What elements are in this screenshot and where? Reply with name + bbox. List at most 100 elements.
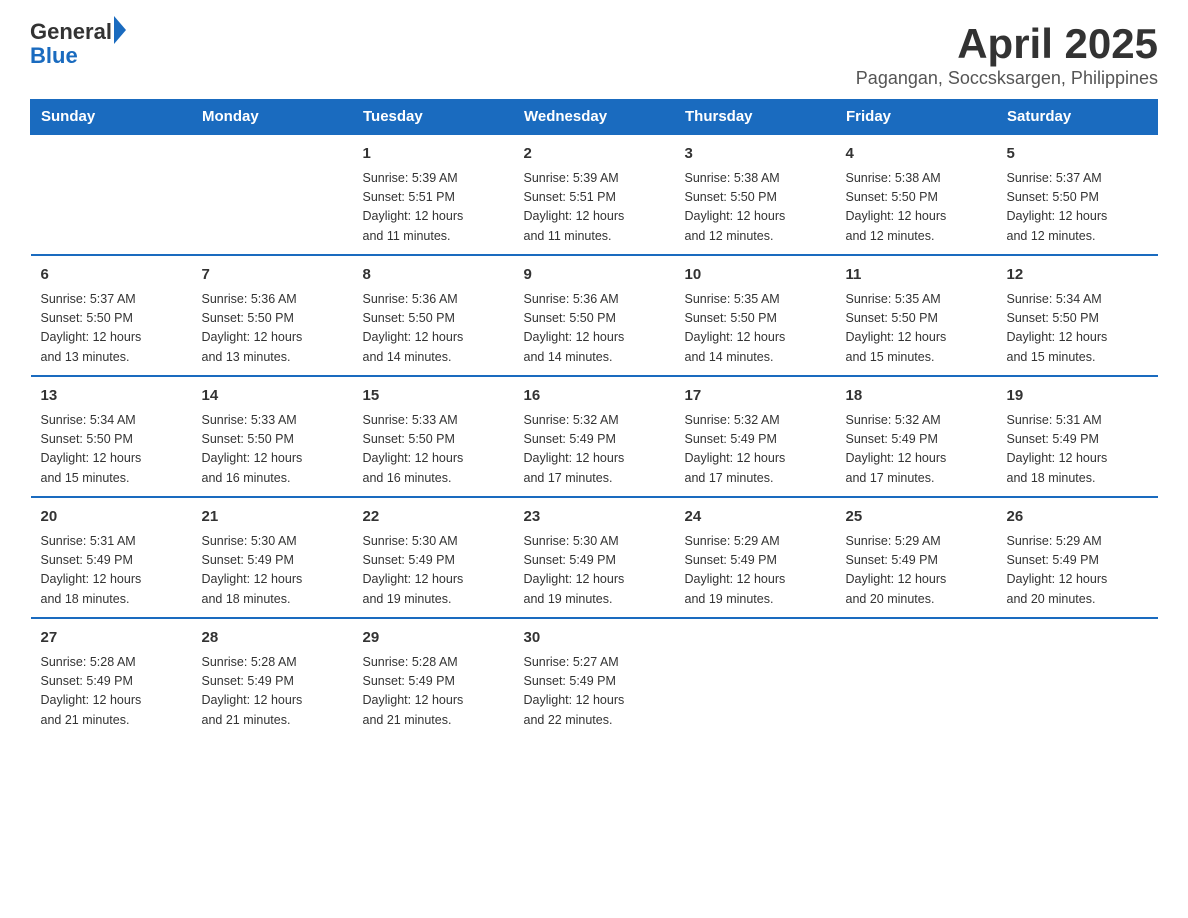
day-cell-1: 1 Sunrise: 5:39 AM Sunset: 5:51 PM Daylig…	[353, 134, 514, 255]
day-number: 4	[846, 143, 987, 166]
empty-cell	[836, 618, 997, 738]
day-cell-2: 2 Sunrise: 5:39 AM Sunset: 5:51 PM Daylig…	[514, 134, 675, 255]
day-number: 18	[846, 385, 987, 408]
day-cell-26: 26 Sunrise: 5:29 AM Sunset: 5:49 PM Dayli…	[997, 497, 1158, 618]
header-cell-wednesday: Wednesday	[514, 100, 675, 135]
day-cell-20: 20 Sunrise: 5:31 AM Sunset: 5:49 PM Dayli…	[31, 497, 192, 618]
calendar-body: 1 Sunrise: 5:39 AM Sunset: 5:51 PM Daylig…	[31, 134, 1158, 738]
day-number: 15	[363, 385, 504, 408]
day-info: Sunrise: 5:29 AM Sunset: 5:49 PM Dayligh…	[685, 532, 826, 610]
logo-triangle-icon	[114, 16, 126, 44]
day-number: 3	[685, 143, 826, 166]
day-cell-27: 27Sunrise: 5:28 AM Sunset: 5:49 PM Dayli…	[31, 618, 192, 738]
day-cell-28: 28 Sunrise: 5:28 AM Sunset: 5:49 PM Dayli…	[192, 618, 353, 738]
day-number: 25	[846, 506, 987, 529]
day-info: Sunrise: 5:30 AM Sunset: 5:49 PM Dayligh…	[363, 532, 504, 610]
day-info: Sunrise: 5:30 AM Sunset: 5:49 PM Dayligh…	[202, 532, 343, 610]
day-cell-7: 7 Sunrise: 5:36 AM Sunset: 5:50 PM Daylig…	[192, 255, 353, 376]
day-cell-22: 22 Sunrise: 5:30 AM Sunset: 5:49 PM Dayli…	[353, 497, 514, 618]
day-number: 19	[1007, 385, 1148, 408]
empty-cell	[675, 618, 836, 738]
day-info: Sunrise: 5:39 AM Sunset: 5:51 PM Dayligh…	[524, 169, 665, 247]
day-info: Sunrise: 5:31 AM Sunset: 5:49 PM Dayligh…	[1007, 411, 1148, 489]
day-cell-15: 15Sunrise: 5:33 AM Sunset: 5:50 PM Dayli…	[353, 376, 514, 497]
day-number: 16	[524, 385, 665, 408]
day-number: 9	[524, 264, 665, 287]
day-cell-17: 17Sunrise: 5:32 AM Sunset: 5:49 PM Dayli…	[675, 376, 836, 497]
week-row-1: 1 Sunrise: 5:39 AM Sunset: 5:51 PM Daylig…	[31, 134, 1158, 255]
day-cell-18: 18 Sunrise: 5:32 AM Sunset: 5:49 PM Dayli…	[836, 376, 997, 497]
day-cell-13: 13Sunrise: 5:34 AM Sunset: 5:50 PM Dayli…	[31, 376, 192, 497]
title-section: April 2025 Pagangan, Soccsksargen, Phili…	[856, 20, 1158, 89]
day-cell-9: 9Sunrise: 5:36 AM Sunset: 5:50 PM Daylig…	[514, 255, 675, 376]
day-info: Sunrise: 5:36 AM Sunset: 5:50 PM Dayligh…	[363, 290, 504, 368]
logo-general-text: General	[30, 20, 112, 44]
calendar-header: SundayMondayTuesdayWednesdayThursdayFrid…	[31, 100, 1158, 135]
header-cell-saturday: Saturday	[997, 100, 1158, 135]
header-cell-friday: Friday	[836, 100, 997, 135]
day-info: Sunrise: 5:32 AM Sunset: 5:49 PM Dayligh…	[846, 411, 987, 489]
day-cell-14: 14Sunrise: 5:33 AM Sunset: 5:50 PM Dayli…	[192, 376, 353, 497]
day-number: 23	[524, 506, 665, 529]
day-info: Sunrise: 5:38 AM Sunset: 5:50 PM Dayligh…	[685, 169, 826, 247]
day-number: 17	[685, 385, 826, 408]
day-number: 20	[41, 506, 182, 529]
day-cell-5: 5 Sunrise: 5:37 AM Sunset: 5:50 PM Daylig…	[997, 134, 1158, 255]
empty-cell	[192, 134, 353, 255]
day-cell-19: 19 Sunrise: 5:31 AM Sunset: 5:49 PM Dayli…	[997, 376, 1158, 497]
header-row: SundayMondayTuesdayWednesdayThursdayFrid…	[31, 100, 1158, 135]
day-info: Sunrise: 5:35 AM Sunset: 5:50 PM Dayligh…	[685, 290, 826, 368]
day-info: Sunrise: 5:29 AM Sunset: 5:49 PM Dayligh…	[1007, 532, 1148, 610]
day-cell-25: 25 Sunrise: 5:29 AM Sunset: 5:49 PM Dayli…	[836, 497, 997, 618]
day-info: Sunrise: 5:31 AM Sunset: 5:49 PM Dayligh…	[41, 532, 182, 610]
empty-cell	[997, 618, 1158, 738]
day-number: 10	[685, 264, 826, 287]
day-number: 26	[1007, 506, 1148, 529]
day-info: Sunrise: 5:37 AM Sunset: 5:50 PM Dayligh…	[41, 290, 182, 368]
day-info: Sunrise: 5:34 AM Sunset: 5:50 PM Dayligh…	[1007, 290, 1148, 368]
day-number: 11	[846, 264, 987, 287]
day-number: 24	[685, 506, 826, 529]
page-header: General Blue April 2025 Pagangan, Soccsk…	[30, 20, 1158, 89]
day-number: 28	[202, 627, 343, 650]
day-number: 5	[1007, 143, 1148, 166]
day-info: Sunrise: 5:32 AM Sunset: 5:49 PM Dayligh…	[524, 411, 665, 489]
day-cell-30: 30Sunrise: 5:27 AM Sunset: 5:49 PM Dayli…	[514, 618, 675, 738]
day-info: Sunrise: 5:35 AM Sunset: 5:50 PM Dayligh…	[846, 290, 987, 368]
day-cell-29: 29 Sunrise: 5:28 AM Sunset: 5:49 PM Dayli…	[353, 618, 514, 738]
day-number: 12	[1007, 264, 1148, 287]
logo-blue-text: Blue	[30, 44, 126, 68]
day-number: 2	[524, 143, 665, 166]
day-number: 1	[363, 143, 504, 166]
day-number: 29	[363, 627, 504, 650]
day-info: Sunrise: 5:28 AM Sunset: 5:49 PM Dayligh…	[202, 653, 343, 731]
day-cell-24: 24 Sunrise: 5:29 AM Sunset: 5:49 PM Dayli…	[675, 497, 836, 618]
location-subtitle: Pagangan, Soccsksargen, Philippines	[856, 68, 1158, 89]
week-row-3: 13Sunrise: 5:34 AM Sunset: 5:50 PM Dayli…	[31, 376, 1158, 497]
logo: General Blue	[30, 20, 126, 68]
empty-cell	[31, 134, 192, 255]
day-cell-3: 3 Sunrise: 5:38 AM Sunset: 5:50 PM Daylig…	[675, 134, 836, 255]
day-info: Sunrise: 5:29 AM Sunset: 5:49 PM Dayligh…	[846, 532, 987, 610]
day-cell-11: 11 Sunrise: 5:35 AM Sunset: 5:50 PM Dayli…	[836, 255, 997, 376]
day-info: Sunrise: 5:28 AM Sunset: 5:49 PM Dayligh…	[363, 653, 504, 731]
day-cell-10: 10 Sunrise: 5:35 AM Sunset: 5:50 PM Dayli…	[675, 255, 836, 376]
header-cell-sunday: Sunday	[31, 100, 192, 135]
day-cell-6: 6 Sunrise: 5:37 AM Sunset: 5:50 PM Daylig…	[31, 255, 192, 376]
day-cell-23: 23Sunrise: 5:30 AM Sunset: 5:49 PM Dayli…	[514, 497, 675, 618]
calendar-table: SundayMondayTuesdayWednesdayThursdayFrid…	[30, 99, 1158, 738]
day-cell-12: 12 Sunrise: 5:34 AM Sunset: 5:50 PM Dayli…	[997, 255, 1158, 376]
day-info: Sunrise: 5:39 AM Sunset: 5:51 PM Dayligh…	[363, 169, 504, 247]
week-row-5: 27Sunrise: 5:28 AM Sunset: 5:49 PM Dayli…	[31, 618, 1158, 738]
day-info: Sunrise: 5:37 AM Sunset: 5:50 PM Dayligh…	[1007, 169, 1148, 247]
day-number: 7	[202, 264, 343, 287]
day-info: Sunrise: 5:28 AM Sunset: 5:49 PM Dayligh…	[41, 653, 182, 731]
day-cell-8: 8 Sunrise: 5:36 AM Sunset: 5:50 PM Daylig…	[353, 255, 514, 376]
week-row-4: 20 Sunrise: 5:31 AM Sunset: 5:49 PM Dayli…	[31, 497, 1158, 618]
day-cell-16: 16 Sunrise: 5:32 AM Sunset: 5:49 PM Dayli…	[514, 376, 675, 497]
day-info: Sunrise: 5:36 AM Sunset: 5:50 PM Dayligh…	[202, 290, 343, 368]
day-number: 14	[202, 385, 343, 408]
day-number: 6	[41, 264, 182, 287]
day-number: 22	[363, 506, 504, 529]
day-number: 8	[363, 264, 504, 287]
